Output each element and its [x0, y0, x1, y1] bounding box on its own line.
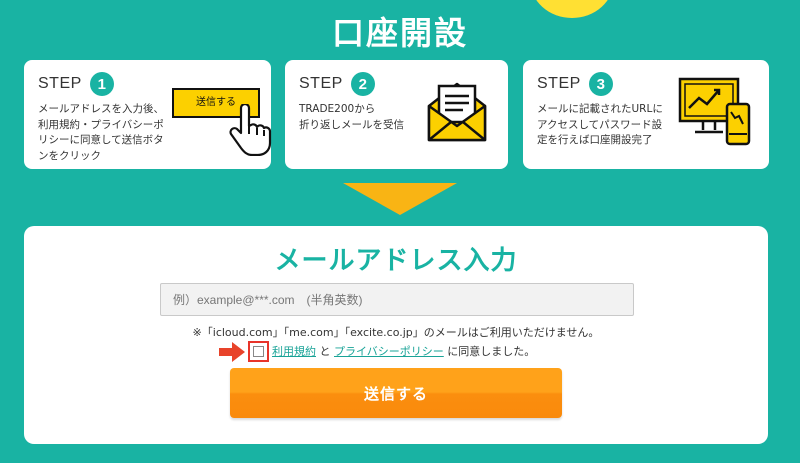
hand-pointer-icon	[229, 104, 272, 156]
checkbox-highlight	[248, 341, 269, 362]
agreement-text: 利用規約 と プライバシーポリシー に同意しました。	[272, 343, 535, 359]
devices-chart-icon	[678, 77, 751, 146]
step-header: STEP 3	[537, 72, 613, 96]
step-label: STEP	[537, 75, 581, 92]
step-label: STEP	[299, 75, 343, 92]
email-form-card: メールアドレス入力 ※「icloud.com」「me.com」「excite.c…	[24, 226, 768, 444]
step-description: メールアドレスを入力後、 利用規約・プライバシーポ リシーに同意して送信ボタ ン…	[38, 103, 164, 162]
step-description: TRADE200から 折り返しメールを受信	[299, 103, 404, 131]
form-title: メールアドレス入力	[274, 246, 518, 276]
step-header: STEP 1	[38, 72, 114, 96]
agree-checkbox[interactable]	[253, 346, 264, 357]
envelope-icon	[427, 82, 487, 142]
agreement-row: 利用規約 と プライバシーポリシー に同意しました。	[24, 339, 768, 362]
step-label: STEP	[38, 75, 82, 92]
arrow-right-icon	[219, 342, 245, 362]
step-number-badge: 1	[89, 72, 114, 96]
step-header: STEP 2	[299, 72, 375, 96]
page-title: 口座開設	[331, 14, 468, 52]
step-number-badge: 3	[588, 72, 613, 96]
step-card-3: STEP 3 メールに記載されたURLに アクセスしてパスワード設 定を行えば口…	[523, 60, 769, 169]
and-text: と	[316, 345, 334, 358]
step-card-2: STEP 2 TRADE200から 折り返しメールを受信	[285, 60, 508, 169]
agree-suffix: に同意しました。	[443, 345, 536, 358]
step-card-1: STEP 1 メールアドレスを入力後、 利用規約・プライバシーポ リシーに同意し…	[24, 60, 272, 169]
email-restriction-notice: ※「icloud.com」「me.com」「excite.co.jp」のメールは…	[192, 326, 600, 339]
step-to-form-arrow	[343, 183, 457, 215]
step-description: メールに記載されたURLに アクセスしてパスワード設 定を行えば口座開設完了	[537, 103, 663, 146]
email-input[interactable]	[160, 283, 634, 316]
privacy-policy-link[interactable]: プライバシーポリシー	[334, 345, 444, 358]
submit-button[interactable]: 送信する	[230, 368, 562, 418]
terms-link[interactable]: 利用規約	[272, 345, 316, 358]
step-number-badge: 2	[350, 72, 375, 96]
